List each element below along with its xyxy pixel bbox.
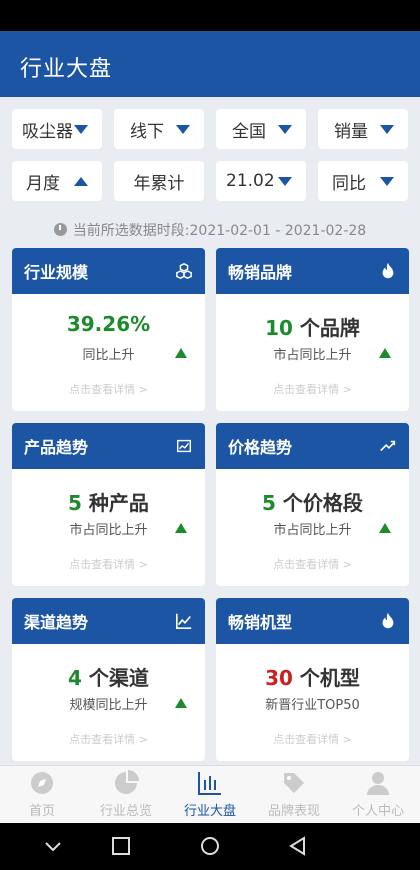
card-header: 畅销机型 (216, 598, 409, 644)
card-header: 价格趋势 (216, 423, 409, 469)
chevron-down-icon (74, 124, 88, 134)
card-value: 39.26% (66, 312, 151, 336)
month-select[interactable]: 21.02 (216, 161, 306, 201)
cubes-icon (176, 262, 192, 280)
compare-select[interactable]: 同比 (318, 161, 408, 201)
circle-home-icon[interactable] (199, 835, 221, 857)
up-triangle-icon (379, 523, 391, 533)
card-header: 产品趋势 (12, 423, 205, 469)
trend-up-icon (380, 440, 396, 452)
card-channel-trend[interactable]: 渠道趋势 4 个渠道 规模同比上升 点击查看详情 > (12, 598, 205, 761)
card-header: 畅销品牌 (216, 248, 409, 294)
card-title: 畅销机型 (228, 613, 293, 632)
up-triangle-icon (175, 348, 187, 358)
tab-home[interactable]: 首页 (0, 766, 84, 823)
channel-select-label: 线下 (130, 121, 164, 142)
category-select-label: 吸尘器 (22, 121, 73, 142)
fire-icon (382, 612, 394, 629)
card-detail-link[interactable]: 点击查看详情 > (216, 731, 409, 747)
app-header: 行业大盘 (0, 31, 420, 97)
status-bar (0, 0, 420, 31)
card-value: 5 种产品 (68, 491, 149, 515)
tag-icon (284, 773, 304, 793)
up-triangle-icon (175, 523, 187, 533)
cumulative-label: 年累计 (133, 173, 185, 194)
up-triangle-icon (379, 348, 391, 358)
card-detail-link[interactable]: 点击查看详情 > (216, 556, 409, 572)
compass-icon (31, 772, 53, 794)
card-title: 价格趋势 (228, 438, 293, 457)
card-industry-scale[interactable]: 行业规模 39.26% 同比上升 点击查看详情 > (12, 248, 205, 411)
chevron-down-icon (380, 176, 394, 186)
granularity-select[interactable]: 月度 (12, 161, 102, 201)
period-text: 当前所选数据时段:2021-02-01 - 2021-02-28 (72, 223, 367, 239)
tab-label: 行业大盘 (183, 804, 236, 819)
compare-select-label: 同比 (332, 173, 366, 194)
user-icon (367, 772, 389, 795)
tab-label: 品牌表现 (267, 804, 320, 819)
channel-select[interactable]: 线下 (114, 109, 204, 149)
tab-brand-performance[interactable]: 品牌表现 (252, 766, 336, 823)
month-select-label: 21.02 (226, 171, 275, 191)
card-value: 30 个机型 (265, 666, 360, 690)
card-value: 5 个价格段 (262, 491, 363, 515)
triangle-back-icon[interactable] (287, 835, 309, 857)
card-top-brands[interactable]: 畅销品牌 10 个品牌 市占同比上升 点击查看详情 > (216, 248, 409, 411)
period-info: 当前所选数据时段:2021-02-01 - 2021-02-28 (0, 220, 420, 240)
chevron-down-icon[interactable] (42, 835, 64, 857)
page-title: 行业大盘 (20, 57, 113, 82)
tab-label: 首页 (28, 804, 55, 819)
card-detail-link[interactable]: 点击查看详情 > (12, 731, 205, 747)
card-title: 渠道趋势 (24, 613, 89, 632)
chevron-down-icon (278, 176, 292, 186)
chevron-up-icon (74, 176, 88, 186)
metric-select[interactable]: 销量 (318, 109, 408, 149)
line-chart-icon (175, 613, 192, 630)
card-detail-link[interactable]: 点击查看详情 > (12, 381, 205, 397)
tab-label: 行业总览 (99, 804, 152, 819)
tab-industry-market[interactable]: 行业大盘 (168, 766, 252, 823)
card-value: 4 个渠道 (68, 666, 149, 690)
card-top-models[interactable]: 畅销机型 30 个机型 新晋行业TOP50 点击查看详情 > (216, 598, 409, 761)
clock-icon (53, 223, 67, 236)
cumulative-button[interactable]: 年累计 (114, 161, 204, 201)
bottom-tab-bar: 首页 行业总览 行业大盘 品牌表现 个人中心 (0, 765, 420, 823)
granularity-select-label: 月度 (26, 173, 60, 194)
card-title: 产品趋势 (24, 438, 89, 457)
chevron-down-icon (380, 124, 394, 134)
tab-profile[interactable]: 个人中心 (336, 766, 420, 823)
card-subtitle: 新晋行业TOP50 (265, 698, 360, 713)
chevron-down-icon (278, 124, 292, 134)
region-select-label: 全国 (232, 121, 266, 142)
tab-industry-overview[interactable]: 行业总览 (84, 766, 168, 823)
pie-chart-icon (115, 770, 139, 794)
chevron-down-icon (176, 124, 190, 134)
card-detail-link[interactable]: 点击查看详情 > (216, 381, 409, 397)
card-price-trend[interactable]: 价格趋势 5 个价格段 市占同比上升 点击查看详情 > (216, 423, 409, 586)
metric-select-label: 销量 (334, 121, 368, 142)
card-header: 行业规模 (12, 248, 205, 294)
system-nav-bar (0, 823, 420, 870)
category-select[interactable]: 吸尘器 (12, 109, 102, 149)
card-title: 畅销品牌 (228, 263, 293, 282)
region-select[interactable]: 全国 (216, 109, 306, 149)
card-title: 行业规模 (24, 263, 89, 282)
bar-chart-icon (198, 772, 221, 795)
card-value: 10 个品牌 (265, 316, 360, 340)
area-chart-icon (176, 439, 192, 453)
fire-icon (382, 262, 394, 279)
card-product-trend[interactable]: 产品趋势 5 种产品 市占同比上升 点击查看详情 > (12, 423, 205, 586)
card-detail-link[interactable]: 点击查看详情 > (12, 556, 205, 572)
up-triangle-icon (175, 698, 187, 708)
square-recents-icon[interactable] (110, 835, 132, 857)
tab-label: 个人中心 (351, 804, 404, 819)
card-header: 渠道趋势 (12, 598, 205, 644)
